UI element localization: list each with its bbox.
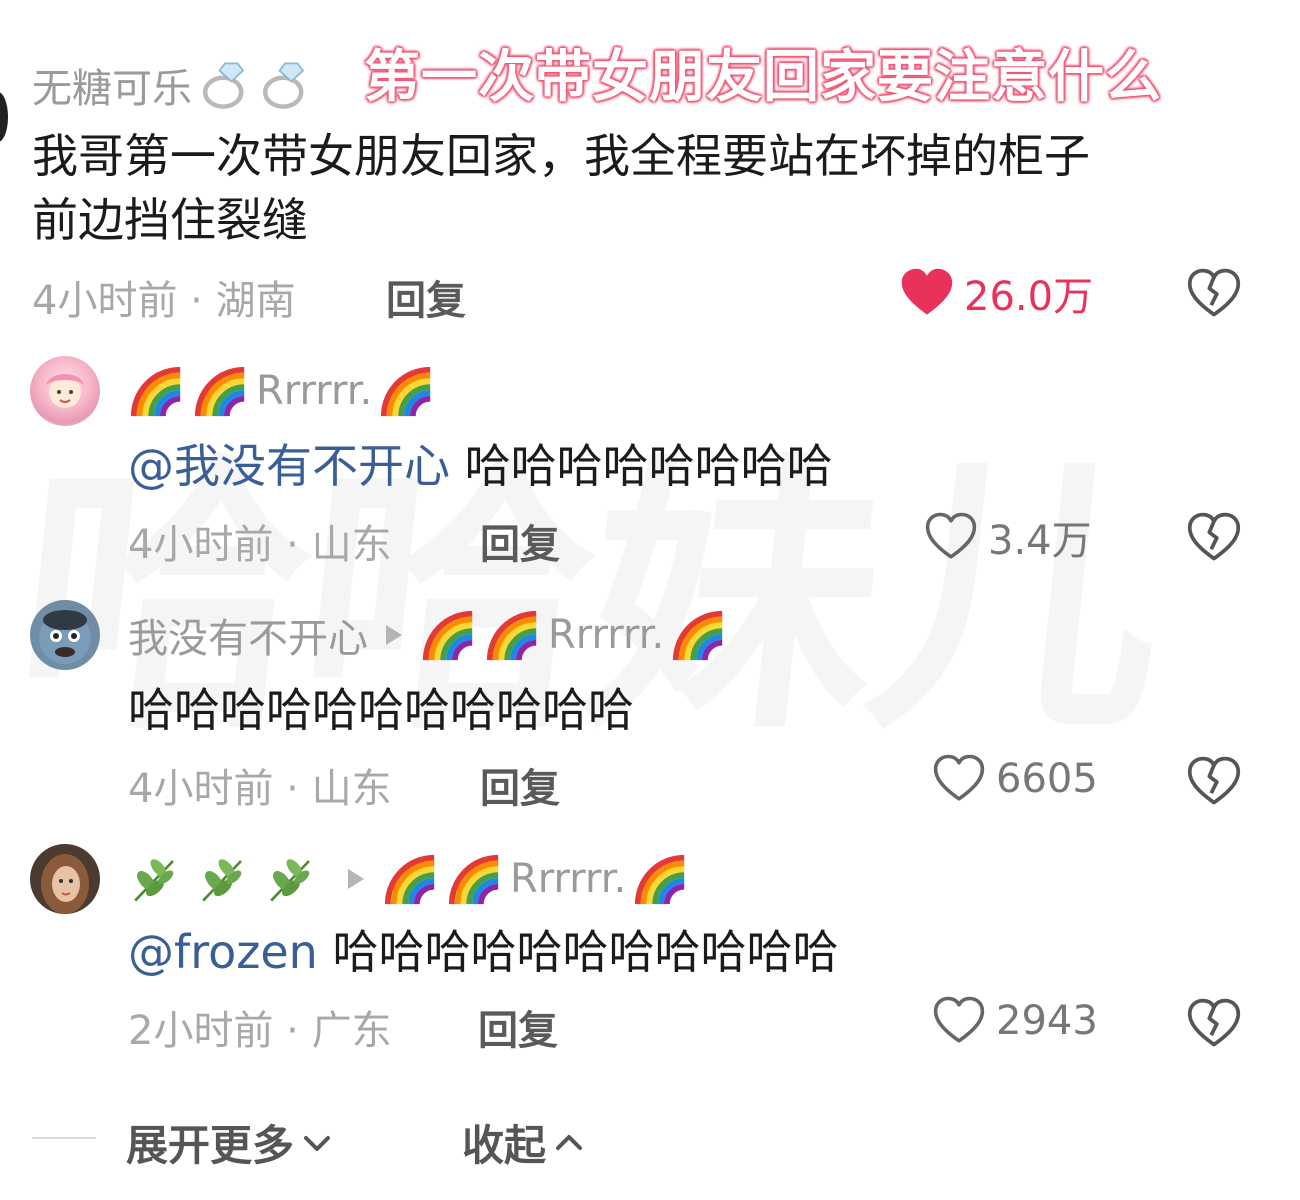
comment-2-like-count: 3.4万 (988, 518, 1092, 564)
heart-outline-icon (924, 510, 978, 564)
comment-1-text-line1: 我哥第一次带女朋友回家，我全程要站在坏掉的柜子 (32, 129, 1090, 183)
expand-more-button[interactable]: 展开更多 (126, 1112, 334, 1173)
comment-4-meta: 2小时前 · 广东 (128, 1008, 392, 1054)
comment-3-like-button[interactable]: 6605 (932, 752, 1098, 806)
collapse-label: 收起 (462, 1121, 547, 1170)
comment-4-like-count: 2943 (996, 998, 1098, 1044)
comment-2-mention-link[interactable]: @我没有不开心 (128, 439, 450, 493)
comment-1-like-button[interactable]: 26.0万 (900, 264, 1093, 322)
comment-2-body: 哈哈哈哈哈哈哈哈 (450, 439, 833, 493)
comment-1-like-count: 26.0万 (964, 274, 1094, 320)
comment-3-username-row[interactable]: 我没有不开心 Rrrrrr. (128, 606, 728, 664)
comment-2-dislike-button[interactable] (1186, 510, 1242, 566)
chevron-down-icon (304, 1135, 331, 1151)
herb-emoji-icon (196, 852, 250, 906)
comment-1-text-line2: 前边挡住裂缝 (32, 193, 308, 247)
avatar-image (41, 854, 89, 914)
comment-2-meta: 4小时前 · 山东 (128, 522, 392, 568)
comment-3-text: 哈哈哈哈哈哈哈哈哈哈哈 (128, 683, 634, 737)
divider (32, 1137, 96, 1139)
comment-2-username[interactable]: Rrrrrr. (256, 368, 372, 414)
comment-3-username[interactable]: 我没有不开心 (128, 606, 368, 664)
comment-4-text: @frozen 哈哈哈哈哈哈哈哈哈哈哈 (128, 920, 838, 984)
avatar[interactable] (30, 600, 100, 670)
comment-1-username-row[interactable]: 无糖可乐 (32, 56, 312, 114)
comment-4-username-row[interactable]: Rrrrrr. (128, 850, 690, 908)
overlay-title: 第一次带女朋友回家要注意什么 (364, 45, 1162, 110)
rainbow-emoji-icon (192, 362, 250, 420)
avatar-image (39, 610, 91, 664)
rainbow-emoji-icon (378, 362, 436, 420)
comment-2-like-button[interactable]: 3.4万 (924, 508, 1092, 566)
comment-2-reply-button[interactable]: 回复 (480, 512, 560, 570)
rainbow-emoji-icon (446, 850, 504, 908)
chevron-up-icon (556, 1134, 583, 1150)
rainbow-emoji-icon (632, 850, 690, 908)
heart-outline-icon (932, 994, 986, 1048)
avatar[interactable] (30, 356, 100, 426)
rainbow-emoji-icon (670, 606, 728, 664)
comment-1-username[interactable]: 无糖可乐 (32, 56, 192, 114)
comment-4-dislike-button[interactable] (1186, 996, 1242, 1052)
comment-1-meta: 4小时前 · 湖南 (32, 278, 296, 324)
heart-filled-icon (900, 266, 954, 320)
avatar[interactable] (30, 844, 100, 914)
comment-2-text: @我没有不开心 哈哈哈哈哈哈哈哈 (128, 434, 833, 498)
comment-2-username-row[interactable]: Rrrrrr. (128, 362, 436, 420)
ring-emoji-icon (258, 58, 312, 112)
comment-4-target-username[interactable]: Rrrrrr. (510, 856, 626, 902)
collapse-button[interactable]: 收起 (462, 1112, 586, 1173)
comment-3-reply-button[interactable]: 回复 (480, 756, 560, 814)
comment-4-body: 哈哈哈哈哈哈哈哈哈哈哈 (317, 925, 839, 979)
reply-arrow-icon (386, 625, 402, 645)
expand-more-label: 展开更多 (126, 1121, 295, 1170)
comment-3-target-username[interactable]: Rrrrrr. (548, 612, 664, 658)
rainbow-emoji-icon (382, 850, 440, 908)
reply-arrow-icon (348, 869, 364, 889)
ring-emoji-icon (198, 58, 252, 112)
comment-1-text: 我哥第一次带女朋友回家，我全程要站在坏掉的柜子 前边挡住裂缝 (32, 124, 1252, 252)
comment-3-meta: 4小时前 · 山东 (128, 766, 392, 812)
edge-avatar-fragment (0, 92, 8, 142)
comment-4-like-button[interactable]: 2943 (932, 994, 1098, 1048)
rainbow-emoji-icon (484, 606, 542, 664)
rainbow-emoji-icon (420, 606, 478, 664)
heart-outline-icon (932, 752, 986, 806)
comment-3-like-count: 6605 (996, 756, 1098, 802)
herb-emoji-icon (128, 852, 182, 906)
comment-1-reply-button[interactable]: 回复 (386, 268, 466, 326)
comment-4-reply-button[interactable]: 回复 (478, 998, 558, 1056)
herb-emoji-icon (264, 852, 318, 906)
avatar-image (46, 374, 84, 408)
comment-4-mention-link[interactable]: @frozen (128, 925, 318, 979)
rainbow-emoji-icon (128, 362, 186, 420)
comment-1-dislike-button[interactable] (1186, 266, 1242, 322)
comment-3-dislike-button[interactable] (1186, 754, 1242, 810)
